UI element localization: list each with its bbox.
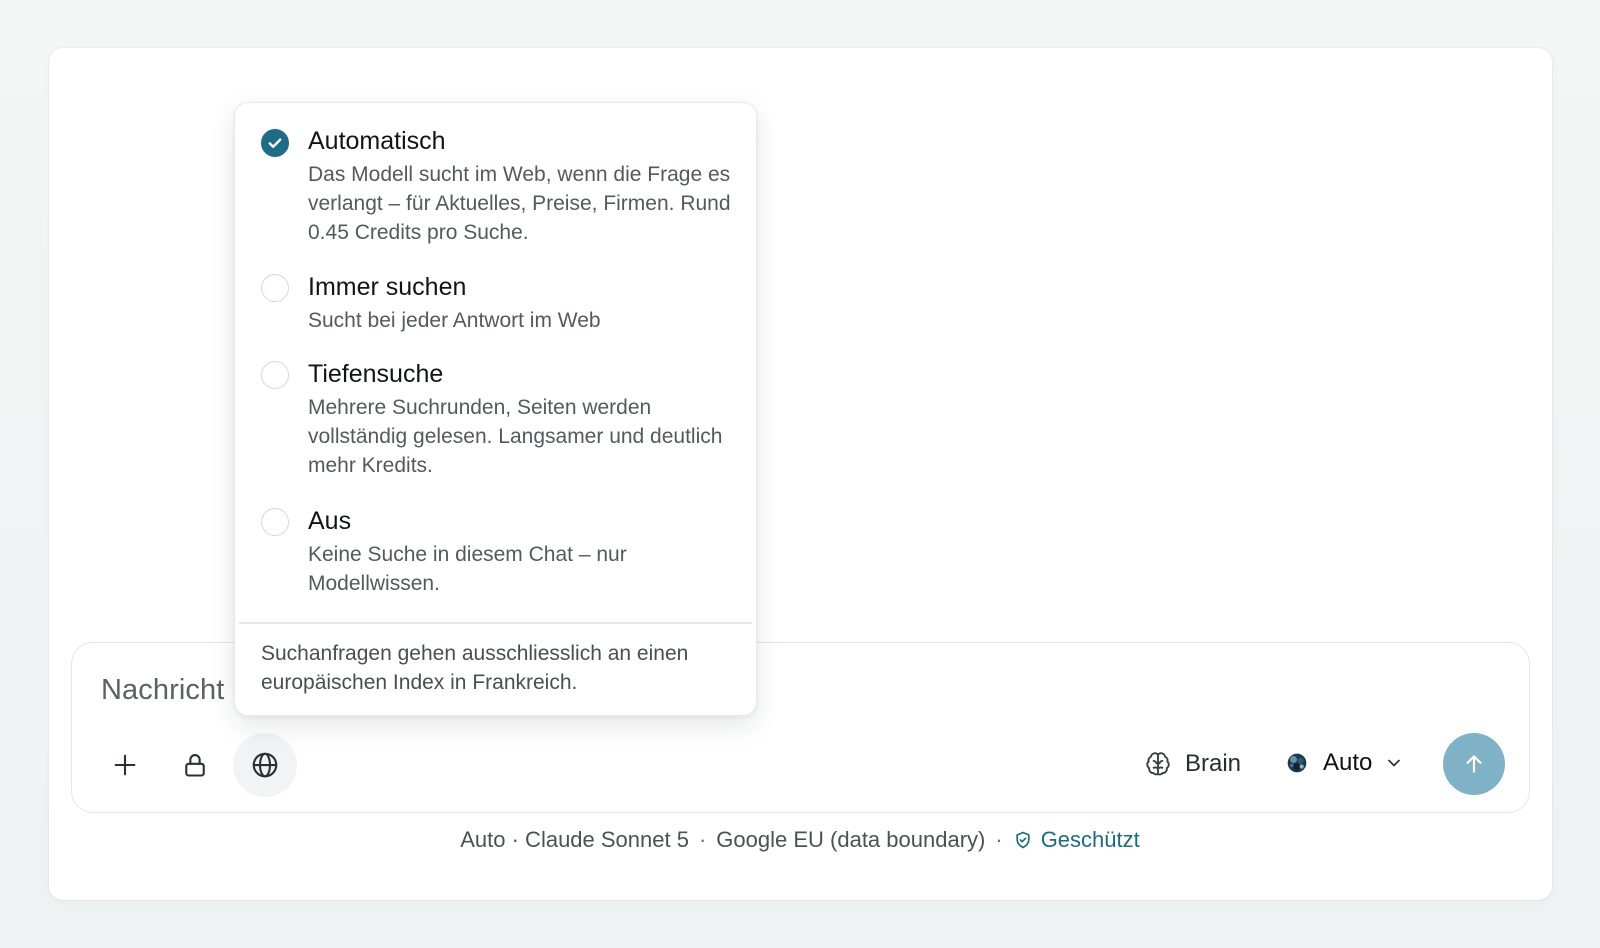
separator: · [698, 827, 707, 852]
brain-label: Brain [1185, 750, 1242, 777]
option-title: Immer suchen [308, 273, 467, 301]
search-option-always[interactable]: Immer suchen Sucht bei jeder Antwort im … [235, 273, 756, 337]
option-description: Mehrere Suchrunden, Seiten werden vollst… [308, 396, 723, 477]
divider [239, 622, 752, 624]
globe-icon [252, 752, 278, 778]
option-description: Sucht bei jeder Antwort im Web [308, 309, 601, 332]
shield-check-icon [1016, 831, 1030, 849]
radio-unselected[interactable] [261, 361, 289, 389]
status-footer: Auto · Claude Sonnet 5 · Google EU (data… [0, 827, 1600, 853]
brain-toggle[interactable]: Brain [1143, 749, 1241, 779]
brain-icon [1146, 752, 1170, 776]
protected-status[interactable]: Geschützt [1013, 827, 1140, 853]
model-info: Auto · Claude Sonnet 5 [460, 827, 689, 852]
radio-unselected[interactable] [261, 508, 289, 536]
web-search-button[interactable] [233, 733, 297, 797]
add-attachment-button[interactable] [93, 733, 157, 797]
web-search-menu: Automatisch Das Modell sucht im Web, wen… [234, 102, 757, 716]
option-description: Keine Suche in diesem Chat – nur Modellw… [308, 543, 627, 595]
option-description: Das Modell sucht im Web, wenn die Frage … [308, 163, 731, 244]
option-title: Aus [308, 507, 352, 535]
search-option-deep[interactable]: Tiefensuche Mehrere Suchrunden, Seiten w… [235, 360, 756, 485]
search-option-off[interactable]: Aus Keine Suche in diesem Chat – nur Mod… [235, 507, 756, 602]
model-logo-icon [1287, 753, 1307, 773]
separator: · [995, 827, 1003, 852]
protected-label: Geschützt [1040, 827, 1140, 852]
chevron-down-icon [1388, 759, 1401, 767]
model-label: Auto [1323, 749, 1373, 776]
radio-unselected[interactable] [261, 274, 289, 302]
option-title: Tiefensuche [308, 360, 444, 388]
option-title: Automatisch [308, 127, 446, 155]
send-button[interactable] [1443, 733, 1505, 795]
search-index-note: Suchanfragen gehen ausschliesslich an ei… [261, 642, 689, 694]
model-selector[interactable]: Auto [1283, 749, 1404, 777]
plus-icon [114, 754, 136, 776]
message-input-placeholder[interactable]: Nachricht [101, 674, 224, 707]
check-icon [268, 138, 282, 148]
search-option-automatic[interactable]: Automatisch Das Modell sucht im Web, wen… [235, 127, 756, 252]
lock-icon [185, 754, 205, 777]
radio-selected[interactable] [261, 129, 289, 157]
arrow-up-icon [1466, 755, 1482, 773]
provider-info: Google EU (data boundary) [716, 827, 986, 852]
private-mode-button[interactable] [163, 733, 227, 797]
